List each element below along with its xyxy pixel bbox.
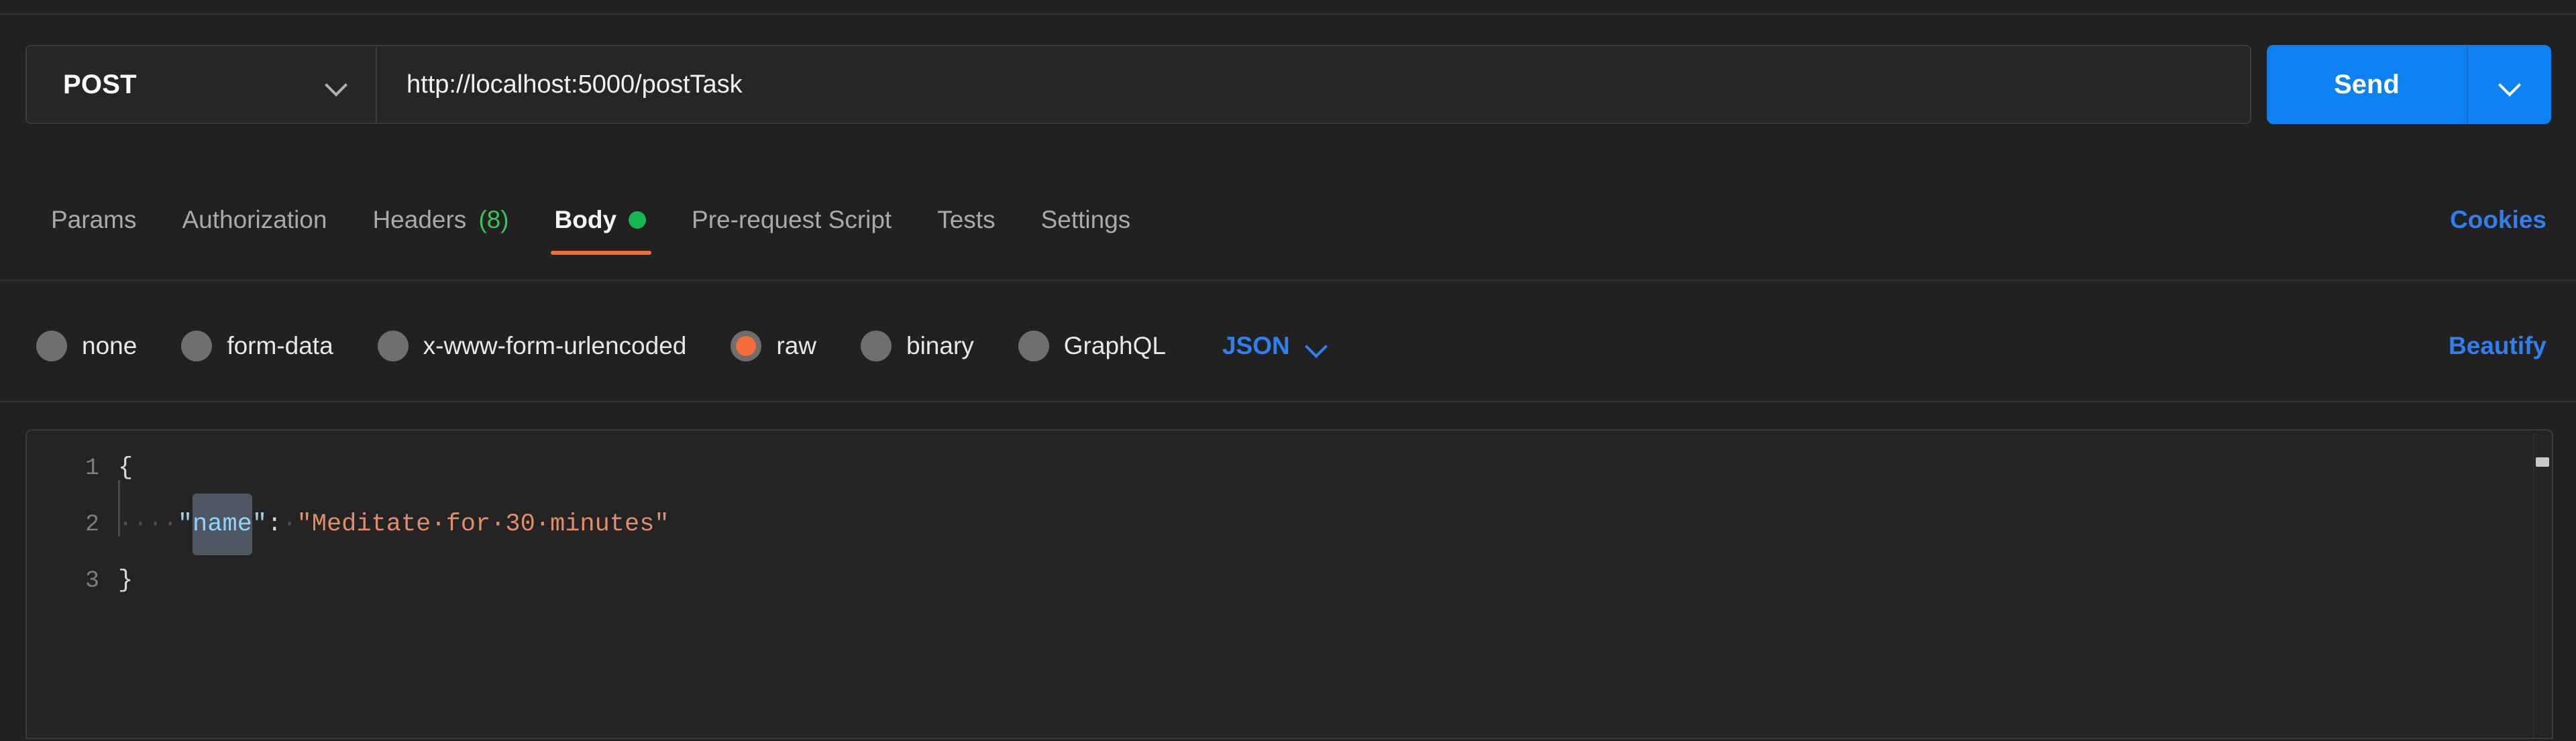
body-type-binary[interactable]: binary — [861, 331, 974, 361]
editor-scrollbar-thumb[interactable] — [2536, 457, 2549, 467]
cookies-link[interactable]: Cookies — [2450, 185, 2546, 255]
code-line: 3 } — [27, 553, 2552, 609]
indent-guide — [118, 480, 120, 536]
chevron-down-icon — [326, 74, 346, 95]
radio-icon — [1018, 331, 1049, 361]
tab-label: Settings — [1040, 206, 1131, 233]
tab-tests[interactable]: Tests — [914, 185, 1018, 255]
code-line: 2 ···· " name ": · "Meditate·for·30·minutes" — [27, 480, 2552, 555]
tab-label: Authorization — [182, 206, 327, 233]
send-button[interactable]: Send — [2267, 45, 2467, 124]
body-type-label: x-www-form-urlencoded — [423, 332, 687, 359]
radio-icon — [377, 331, 409, 361]
body-type-x-www-form-urlencoded[interactable]: x-www-form-urlencoded — [377, 331, 687, 361]
code-token: ···· — [118, 510, 178, 538]
chevron-down-icon — [2500, 74, 2520, 95]
line-content[interactable]: } — [118, 553, 133, 609]
radio-icon — [36, 331, 67, 361]
url-input-value: http://localhost:5000/postTask — [407, 70, 743, 99]
line-number: 2 — [85, 511, 99, 538]
code-token: "Meditate·for·30·minutes" — [297, 510, 669, 538]
code-lines: 1 { 2 ···· " name ": · "Meditate·for·30·minut… — [27, 440, 2552, 609]
raw-format-dropdown[interactable]: JSON — [1222, 332, 1326, 360]
request-body-editor[interactable]: 1 { 2 ···· " name ": · "Meditate·for·30·minut… — [25, 429, 2553, 739]
http-method-dropdown[interactable]: POST — [27, 46, 377, 123]
radio-icon — [181, 331, 213, 361]
tab-headers[interactable]: Headers (8) — [350, 185, 531, 255]
tab-pre-request-script[interactable]: Pre-request Script — [669, 185, 914, 255]
http-method-label: POST — [63, 69, 137, 99]
tabs-divider — [0, 280, 2576, 281]
top-divider — [0, 13, 2576, 15]
postman-request-pane: POST http://localhost:5000/postTask Send… — [0, 0, 2576, 741]
radio-selected-icon — [731, 331, 762, 361]
line-number: 3 — [85, 567, 99, 594]
code-token: · — [282, 510, 297, 538]
url-input[interactable]: http://localhost:5000/postTask — [377, 46, 2250, 123]
request-tabs-list: Params Authorization Headers (8) Body Pr… — [0, 185, 1153, 255]
line-content[interactable]: ···· " name ": · "Meditate·for·30·minutes" — [118, 480, 669, 555]
tab-settings[interactable]: Settings — [1018, 185, 1154, 255]
code-token: " — [177, 510, 193, 538]
tab-label: Pre-request Script — [692, 206, 892, 233]
body-type-none[interactable]: none — [36, 331, 137, 361]
tab-params[interactable]: Params — [28, 185, 159, 255]
editor-scrollbar[interactable] — [2533, 433, 2549, 738]
line-number: 1 — [85, 455, 99, 481]
code-line: 1 { — [27, 440, 2552, 496]
code-token: : — [267, 510, 282, 538]
body-type-label: GraphQL — [1063, 332, 1166, 359]
tab-label: Tests — [937, 206, 996, 233]
body-type-divider — [0, 401, 2576, 402]
line-content[interactable]: { — [118, 440, 133, 496]
body-type-label: none — [82, 332, 138, 359]
url-bar: POST http://localhost:5000/postTask — [25, 45, 2251, 124]
chevron-down-icon — [1306, 336, 1326, 356]
request-tabs: Params Authorization Headers (8) Body Pr… — [0, 185, 2576, 255]
url-bar-row: POST http://localhost:5000/postTask Send — [0, 27, 2576, 141]
tab-body[interactable]: Body — [532, 185, 669, 255]
code-token: { — [118, 454, 133, 482]
send-button-group: Send — [2267, 45, 2551, 124]
body-status-dot-icon — [629, 211, 647, 229]
body-type-label: raw — [776, 332, 816, 359]
body-type-selector: none form-data x-www-form-urlencoded raw… — [0, 295, 2576, 397]
tab-label: Body — [554, 206, 617, 233]
body-type-label: binary — [906, 332, 974, 359]
tab-authorization[interactable]: Authorization — [159, 185, 350, 255]
beautify-button[interactable]: Beautify — [2449, 295, 2546, 397]
code-token: } — [118, 567, 133, 595]
body-type-raw[interactable]: raw — [731, 331, 816, 361]
send-options-dropdown[interactable] — [2467, 45, 2551, 124]
radio-icon — [861, 331, 892, 361]
headers-count-badge: (8) — [478, 206, 509, 233]
body-type-label: form-data — [227, 332, 333, 359]
code-token-selected: name — [193, 494, 252, 555]
send-button-label: Send — [2334, 69, 2400, 99]
body-type-graphql[interactable]: GraphQL — [1018, 331, 1166, 361]
raw-format-label: JSON — [1222, 332, 1290, 359]
tab-label: Headers — [372, 206, 467, 233]
tab-label: Params — [51, 206, 137, 233]
code-token: " — [252, 510, 268, 538]
body-type-form-data[interactable]: form-data — [181, 331, 333, 361]
